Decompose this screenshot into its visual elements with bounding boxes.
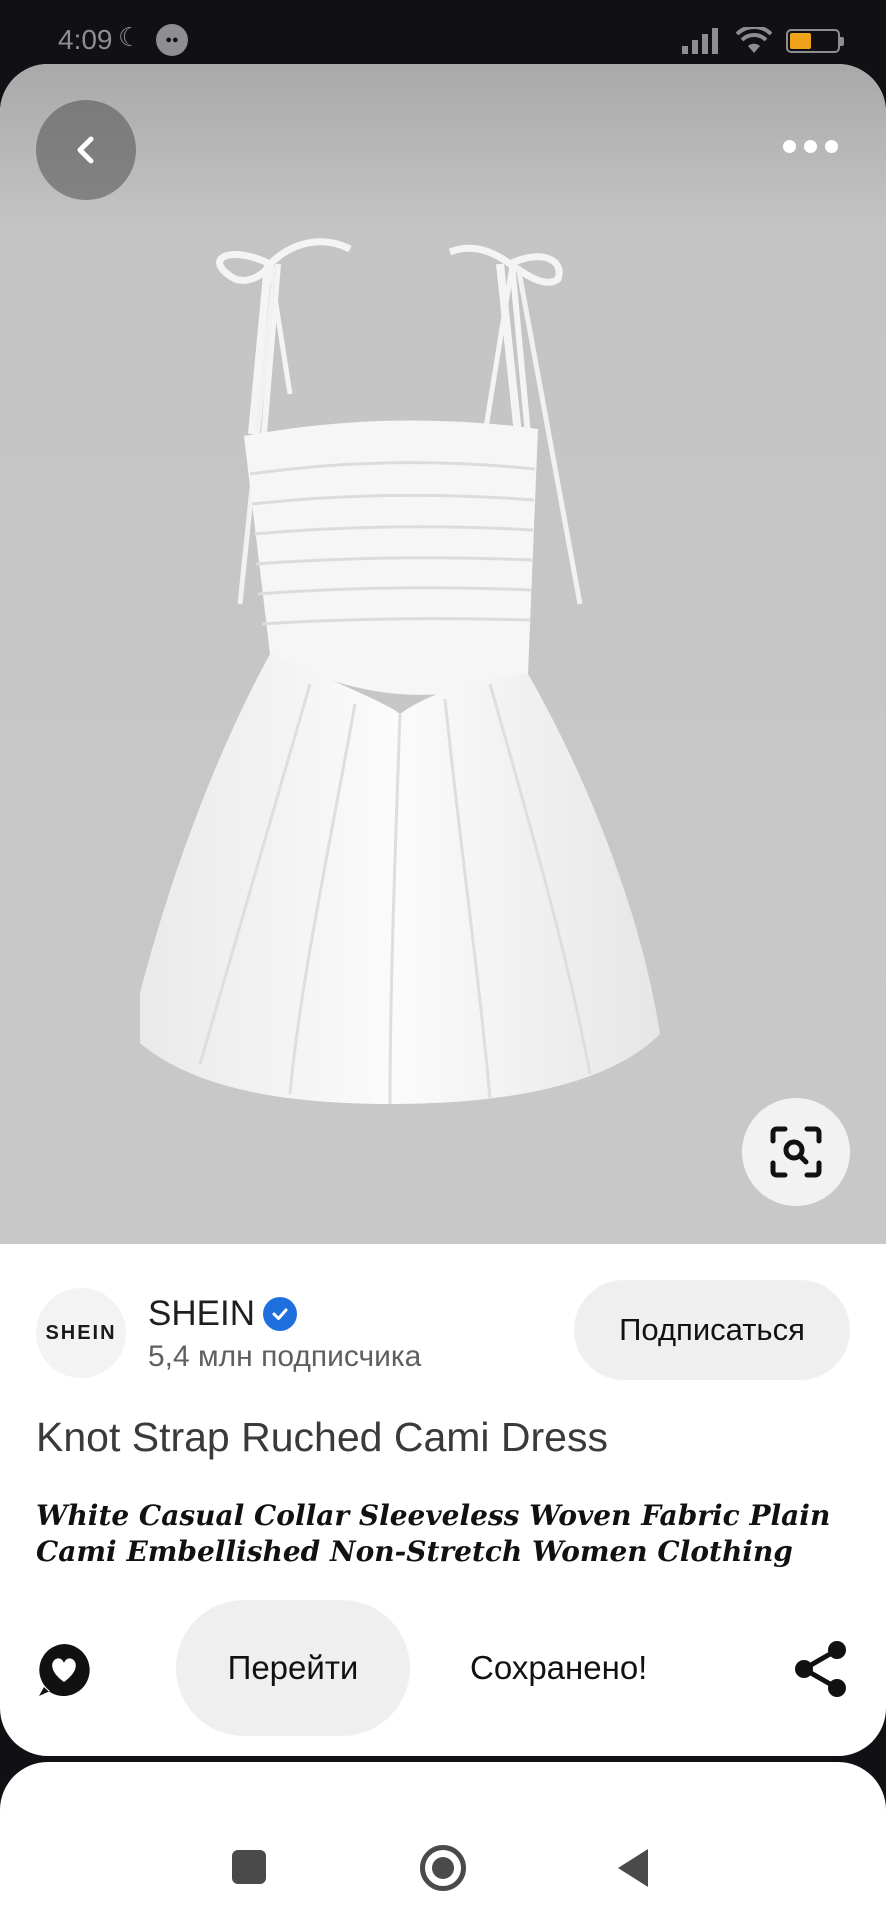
follower-count: 5,4 млн подписчика [148,1340,422,1373]
saved-button[interactable]: Сохранено! [470,1640,647,1696]
more-dot [824,139,838,153]
chevron-left-icon [77,136,94,164]
more-options-button[interactable] [774,126,846,166]
status-bar: 4:09 ☾ ●● [0,0,886,64]
recents-icon[interactable] [232,1850,266,1884]
battery-icon [786,29,844,53]
pin-title: Knot Strap Ruched Cami Dress [36,1414,608,1460]
signal-icon [682,28,718,54]
verified-badge-icon [262,1297,297,1331]
heart-bubble-icon[interactable] [36,1642,92,1698]
follow-button[interactable]: Подписаться [574,1280,850,1380]
more-dot [803,139,817,153]
visual-search-icon [770,1126,822,1178]
moon-icon: ☾ [118,22,142,52]
creator-row: SHEIN SHEIN 5,4 млн подписчика Подписать… [36,1280,850,1380]
visual-search-button[interactable] [742,1098,850,1206]
wifi-icon [736,27,772,53]
creator-name: SHEIN [148,1294,255,1333]
pin-image[interactable] [0,64,886,1244]
more-dot [782,139,796,153]
back-button[interactable] [36,100,136,200]
pin-description: White Casual Collar Sleeveless Woven Fab… [36,1499,831,1568]
home-icon[interactable] [420,1845,466,1891]
share-icon[interactable] [792,1640,850,1698]
avatar-label: SHEIN [45,1321,117,1344]
status-indicators [682,26,844,56]
creator-avatar[interactable]: SHEIN [36,1288,126,1378]
pin-card: SHEIN SHEIN 5,4 млн подписчика Подписать… [0,64,886,1756]
dress-image [140,238,660,1105]
back-triangle-icon[interactable] [618,1849,648,1887]
status-time: 4:09 [58,24,113,55]
visit-button[interactable]: Перейти [176,1600,410,1736]
creator-name-row[interactable]: SHEIN [148,1294,297,1334]
action-bar: Перейти Сохранено! [0,1600,886,1736]
app-notification-icon: ●● [156,24,188,56]
